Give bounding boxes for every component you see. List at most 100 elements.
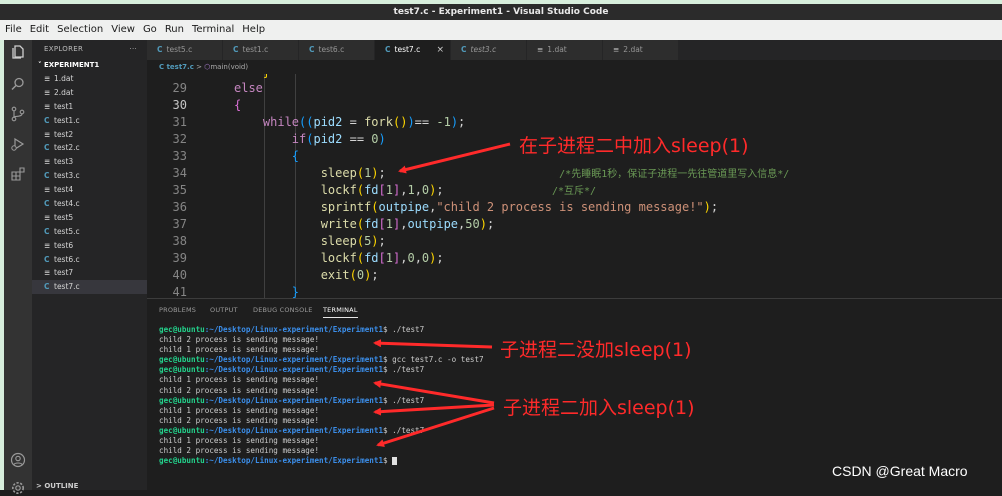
menu-view[interactable]: View	[111, 24, 135, 35]
tab-1-dat[interactable]: ≡ 1.dat	[527, 40, 603, 60]
c-file-icon: C	[233, 45, 239, 54]
outline-section[interactable]: > OUTLINE	[32, 480, 78, 492]
terminal-text: child 1 process is sending message!	[159, 436, 320, 446]
prompt-user: gec@ubuntu	[159, 456, 205, 466]
file-item[interactable]: Ctest3.c	[32, 169, 147, 183]
menu-selection[interactable]: Selection	[57, 24, 103, 35]
tab-test1-c[interactable]: Ctest1.c	[223, 40, 299, 60]
text-file-icon: ≡	[44, 185, 51, 195]
terminal-output-line: child 1 process is sending message!	[159, 345, 484, 355]
terminal-text: child 2 process is sending message!	[159, 446, 320, 456]
file-item[interactable]: ≡ test1	[32, 100, 147, 114]
file-item[interactable]: ≡ 1.dat	[32, 72, 147, 86]
prompt-user: gec@ubuntu	[159, 365, 205, 375]
terminal-command: ./test7	[387, 325, 425, 334]
text-file-icon: ≡	[44, 74, 51, 83]
tab-problems[interactable]: PROBLEMS	[159, 299, 196, 321]
file-item[interactable]: ≡ test7	[32, 266, 147, 280]
extensions-icon[interactable]	[10, 166, 26, 182]
menu-terminal[interactable]: Terminal	[192, 24, 234, 35]
window-title: test7.c - Experiment1 - Visual Studio Co…	[393, 7, 609, 17]
c-file-icon: C	[309, 45, 315, 54]
file-item[interactable]: Ctest1.c	[32, 114, 147, 128]
code-editor[interactable]: } 29 else 30 { 31 while((pid2 = fork())== …	[147, 74, 1002, 298]
file-name: test6.c	[54, 254, 80, 264]
line-number: 38	[172, 234, 187, 248]
file-name: 1.dat	[54, 74, 74, 83]
tab-test7-c[interactable]: Ctest7.c ×	[375, 40, 451, 60]
terminal-output-line: child 1 process is sending message!	[159, 406, 484, 416]
line-number: 29	[172, 81, 187, 95]
terminal-command: ./test7	[387, 425, 425, 435]
line-number: 35	[172, 183, 187, 197]
file-item[interactable]: ≡ test4	[32, 183, 147, 197]
menu-run[interactable]: Run	[165, 24, 184, 35]
terminal-text: child 2 process is sending message!	[159, 415, 320, 425]
code-line-38: sleep(5);	[320, 234, 386, 248]
prompt-path: :~/Desktop/Linux-experiment/Experiment1	[204, 425, 384, 435]
file-item[interactable]: Ctest2.c	[32, 141, 147, 155]
code-line-36: sprintf(outpipe,"child 2 process is send…	[320, 200, 719, 214]
text-file-icon: ≡	[44, 157, 51, 167]
tab-test6-c[interactable]: Ctest6.c	[299, 40, 375, 60]
file-name: test5	[54, 212, 74, 222]
tab-test3-c[interactable]: Ctest3.c	[451, 40, 527, 60]
close-icon[interactable]: ×	[436, 40, 444, 60]
c-file-icon: C	[44, 282, 50, 292]
line-number: 32	[172, 132, 187, 146]
menu-help[interactable]: Help	[242, 24, 265, 35]
file-item[interactable]: ≡ test6	[32, 239, 147, 253]
file-name: test4	[54, 185, 74, 195]
run-debug-icon[interactable]	[10, 136, 26, 152]
file-name: test3	[54, 157, 74, 167]
tab-label: test7.c	[394, 45, 421, 54]
project-folder[interactable]: ˅ EXPERIMENT1	[32, 58, 147, 72]
file-item[interactable]: Ctest7.c	[32, 280, 147, 295]
explorer-sidebar: EXPLORER ··· ˅ EXPERIMENT1 ≡ 1.dat ≡ 2.dat ≡…	[32, 40, 147, 490]
tab-output[interactable]: OUTPUT	[210, 299, 238, 321]
breadcrumb-symbol[interactable]: main(void)	[210, 63, 248, 71]
terminal-output[interactable]: gec@ubuntu:~/Desktop/Linux-experiment/Ex…	[159, 325, 484, 466]
file-item[interactable]: Ctest5.c	[32, 225, 147, 239]
tab-test5-c[interactable]: Ctest5.c	[147, 40, 223, 60]
file-item[interactable]: Ctest6.c	[32, 253, 147, 267]
menu-go[interactable]: Go	[143, 24, 157, 35]
tab-2-dat[interactable]: ≡ 2.dat	[603, 40, 679, 60]
breadcrumb-file[interactable]: C test7.c	[159, 63, 194, 71]
terminal-prompt-line: gec@ubuntu:~/Desktop/Linux-experiment/Ex…	[159, 325, 484, 335]
tab-debug-console[interactable]: DEBUG CONSOLE	[253, 299, 313, 321]
menu-file[interactable]: File	[5, 24, 22, 35]
code-line-41: }	[291, 285, 300, 298]
account-icon[interactable]	[10, 452, 26, 468]
file-item[interactable]: ≡ test5	[32, 211, 147, 225]
terminal-output-line: child 2 process is sending message!	[159, 335, 484, 345]
file-item[interactable]: ≡ test3	[32, 155, 147, 169]
menu-edit[interactable]: Edit	[30, 24, 49, 35]
prompt-path: :~/Desktop/Linux-experiment/Experiment1	[204, 456, 384, 466]
file-name: test1	[54, 101, 74, 111]
line-number: 31	[172, 115, 187, 129]
c-file-icon: C	[157, 45, 163, 54]
settings-gear-icon[interactable]	[10, 480, 26, 496]
files-icon[interactable]	[10, 44, 26, 60]
prompt-user: gec@ubuntu	[159, 395, 205, 405]
text-file-icon: ≡	[44, 240, 51, 250]
panel-tabs: PROBLEMS OUTPUT DEBUG CONSOLE TERMINAL	[147, 299, 1002, 321]
outline-label: OUTLINE	[44, 482, 79, 490]
source-control-icon[interactable]	[10, 106, 26, 122]
file-name: test2.c	[54, 143, 80, 153]
more-actions-icon[interactable]: ···	[129, 40, 137, 58]
file-item[interactable]: Ctest4.c	[32, 197, 147, 211]
annotation-no-sleep: 子进程二没加sleep(1)	[500, 339, 692, 361]
terminal-command: ./test7	[387, 365, 425, 375]
tab-terminal[interactable]: TERMINAL	[323, 299, 358, 318]
file-list: ≡ 1.dat ≡ 2.dat ≡ test1 Ctest1.c ≡ test2 Ctest2.c…	[32, 72, 147, 295]
terminal-prompt-line: gec@ubuntu:~/Desktop/Linux-experiment/Ex…	[159, 426, 484, 436]
terminal-command: gcc test7.c -o test7	[387, 355, 484, 365]
file-item[interactable]: ≡ test2	[32, 128, 147, 142]
activity-bar	[4, 40, 32, 494]
tab-label: 2.dat	[623, 45, 643, 54]
search-icon[interactable]	[10, 76, 26, 92]
file-item[interactable]: ≡ 2.dat	[32, 86, 147, 100]
terminal-output-line: child 2 process is sending message!	[159, 446, 484, 456]
